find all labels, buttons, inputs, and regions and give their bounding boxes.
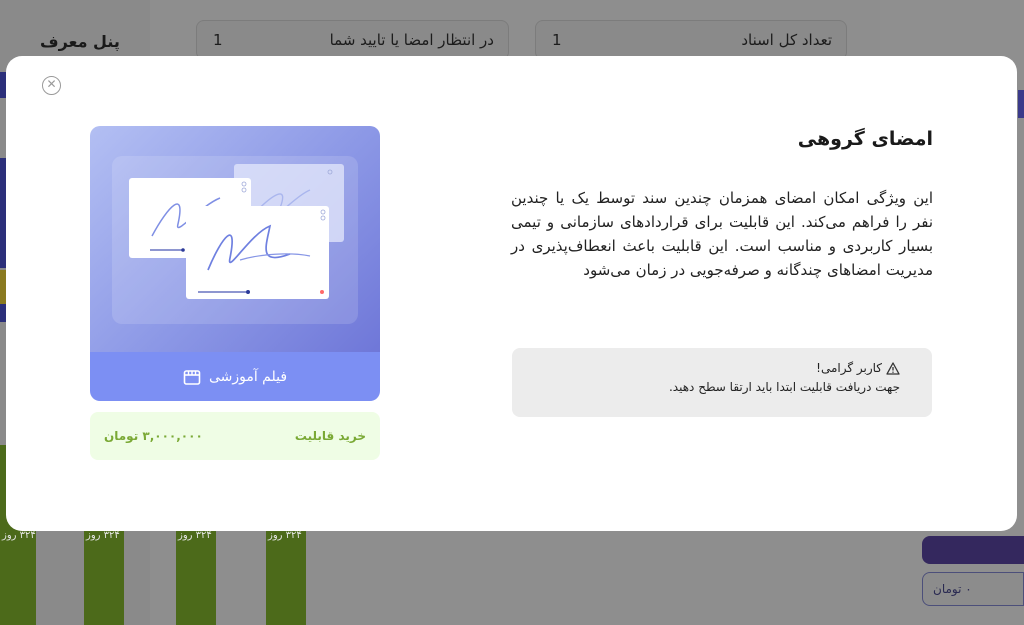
video-label: فیلم آموزشی — [208, 368, 288, 385]
price-input[interactable]: ۰ تومان — [922, 572, 1024, 606]
bar-label: ۳۲۴ روز — [178, 530, 212, 541]
stat-card-total-docs: تعداد کل اسناد 1 — [535, 20, 847, 60]
stat-label: در انتظار امضا یا تایید شما — [329, 31, 494, 49]
bar-label: ۳۲۴ روز — [86, 530, 120, 541]
stat-card-pending: در انتظار امضا یا تایید شما 1 — [196, 20, 509, 60]
feature-title: امضای گروهی — [797, 128, 933, 150]
stat-value: 1 — [552, 31, 562, 49]
purchase-box: خرید قابلیت ۳,۰۰۰,۰۰۰ تومان — [90, 412, 380, 460]
upgrade-notice: کاربر گرامی! جهت دریافت قابلیت ابتدا بای… — [512, 348, 932, 417]
warning-icon — [886, 361, 900, 375]
stat-value: 1 — [213, 31, 223, 49]
feature-description: این ویژگی امکان امضای همزمان چندین سند ت… — [511, 189, 933, 279]
tutorial-video-button[interactable]: فیلم آموزشی — [90, 352, 380, 401]
film-icon — [183, 369, 201, 385]
close-icon[interactable]: ✕ — [42, 76, 61, 95]
background-action-button[interactable] — [922, 536, 1024, 564]
feature-illustration — [90, 126, 380, 352]
feature-media-card: فیلم آموزشی — [90, 126, 380, 401]
notice-heading: کاربر گرامی! — [816, 361, 882, 375]
right-accent-strip — [1018, 90, 1024, 118]
signature-illustration — [129, 164, 344, 299]
buy-feature-button[interactable]: خرید قابلیت — [295, 429, 366, 443]
notice-text: جهت دریافت قابلیت ابتدا باید ارتقا سطح د… — [668, 380, 900, 394]
panel-title: پنل معرف — [40, 32, 120, 51]
feature-modal: ✕ امضای گروهی این ویژگی امکان امضای همزم… — [6, 56, 1017, 531]
bar-label: ۳۲۴ روز — [2, 530, 36, 541]
stat-label: تعداد کل اسناد — [741, 31, 832, 49]
feature-price: ۳,۰۰۰,۰۰۰ تومان — [104, 429, 203, 443]
bar-label: ۳۲۴ روز — [268, 530, 302, 541]
